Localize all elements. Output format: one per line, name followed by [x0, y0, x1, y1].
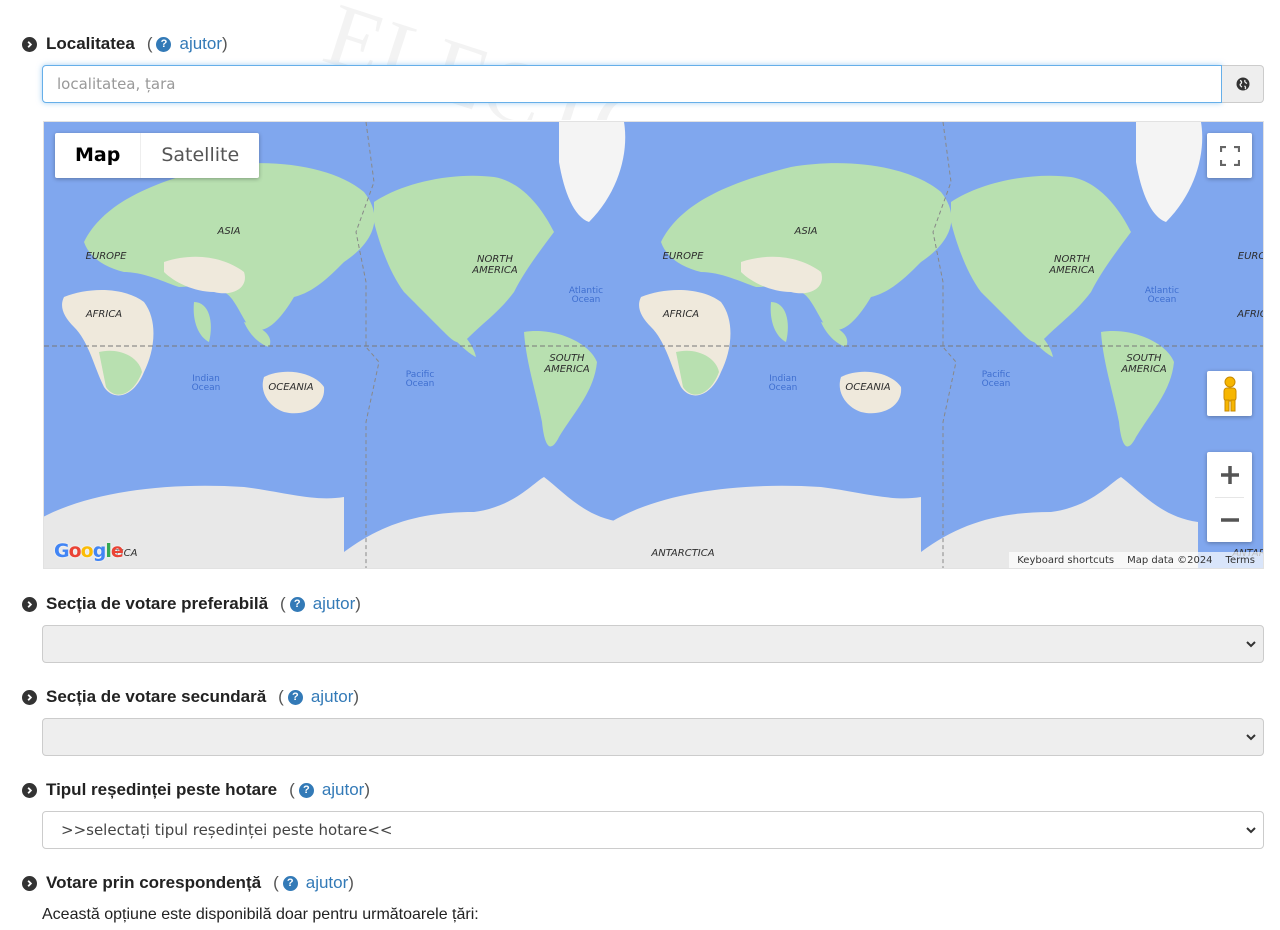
- map-label-indian-r2: Ocean: [769, 383, 798, 393]
- globe-icon: [1236, 77, 1249, 91]
- zoom-in-button[interactable]: [1207, 452, 1252, 497]
- map-label-oceania: OCEANIA: [268, 382, 313, 393]
- help-paren-open: (: [280, 594, 286, 613]
- secondary-station-select[interactable]: [42, 718, 1264, 756]
- help-paren-open: (: [289, 780, 295, 799]
- chevron-right-icon: [22, 596, 37, 612]
- chevron-right-icon: [22, 36, 37, 52]
- map-label-europe-2: EUROPE: [663, 251, 704, 262]
- chevron-down-icon: [1246, 641, 1256, 648]
- chevron-right-icon: [22, 875, 37, 891]
- map-label-south-america: SOUTH: [549, 353, 585, 364]
- primary-station-select[interactable]: [42, 625, 1264, 663]
- residence-label-row: Tipul reședinței peste hotare ( ? ajutor…: [22, 780, 370, 800]
- secondary-station-label: Secția de votare secundară: [46, 687, 267, 706]
- mail-vote-note: Această opțiune este disponibilă doar pe…: [42, 906, 479, 923]
- map-label-atlantic-2: Ocean: [572, 295, 601, 305]
- chevron-down-icon: [1246, 734, 1256, 741]
- map-label-pacific-2: Ocean: [406, 379, 435, 389]
- world-map-canvas[interactable]: ASIA EUROPE AFRICA NORTH AMERICA SOUTH A…: [44, 122, 1264, 569]
- map-label-pacific-r2: Ocean: [982, 379, 1011, 389]
- map-label-north-america-r: NORTH: [1054, 254, 1090, 265]
- map-label-north-america-2: AMERICA: [471, 265, 518, 276]
- map-label-oceania-2: OCEANIA: [845, 382, 890, 393]
- chevron-right-icon: [22, 782, 37, 798]
- map-label-africa-2: AFRICA: [662, 309, 699, 320]
- map-type-map-button[interactable]: Map: [55, 133, 140, 178]
- secondary-station-label-row: Secția de votare secundară ( ? ajutor ): [22, 687, 359, 707]
- residence-label: Tipul reședinței peste hotare: [46, 780, 278, 799]
- map-label-south-america-r: SOUTH: [1126, 353, 1162, 364]
- map-label-europe: EUROPE: [86, 251, 127, 262]
- map-label-indian-2: Ocean: [192, 383, 221, 393]
- keyboard-shortcuts-link[interactable]: Keyboard shortcuts: [1017, 555, 1114, 566]
- plus-icon: [1220, 465, 1239, 484]
- locality-input[interactable]: [42, 65, 1222, 103]
- fullscreen-button[interactable]: [1207, 133, 1252, 178]
- help-paren-open: (: [278, 687, 284, 706]
- zoom-control: [1207, 452, 1252, 542]
- map-label-europe-partial: EURO: [1238, 251, 1264, 262]
- secondary-station-help-link[interactable]: ajutor: [311, 687, 354, 707]
- map-label-asia: ASIA: [217, 226, 241, 237]
- chevron-down-icon: [1246, 827, 1256, 834]
- residence-type-value: >>selectați tipul reședinței peste hotar…: [61, 821, 393, 839]
- map-label-asia-2: ASIA: [794, 226, 818, 237]
- locate-button[interactable]: [1222, 65, 1264, 103]
- help-paren-open: (: [146, 34, 153, 53]
- map-label-north-america-r2: AMERICA: [1048, 265, 1095, 276]
- primary-station-help-link[interactable]: ajutor: [313, 594, 356, 614]
- map-label-antarctica: ANTARCTICA: [650, 548, 714, 559]
- help-paren-close: ): [353, 687, 360, 706]
- primary-station-label: Secția de votare preferabilă: [46, 594, 269, 613]
- help-paren-close: ): [222, 34, 228, 53]
- locality-help-link[interactable]: ajutor: [179, 34, 222, 54]
- map-attribution: Keyboard shortcuts Map data ©2024 Terms: [1009, 552, 1263, 568]
- map-label-africa-partial: AFRIC: [1236, 309, 1264, 320]
- map-type-satellite-button[interactable]: Satellite: [140, 133, 259, 178]
- zoom-out-button[interactable]: [1207, 497, 1252, 542]
- pegman-icon: [1223, 376, 1236, 411]
- map-type-control: Map Satellite: [55, 133, 260, 178]
- residence-help-link[interactable]: ajutor: [322, 780, 365, 800]
- map-label-south-america-2: AMERICA: [543, 364, 590, 375]
- map-label-south-america-r2: AMERICA: [1120, 364, 1167, 375]
- mail-vote-help-link[interactable]: ajutor: [306, 873, 349, 893]
- map-label-north-america: NORTH: [477, 254, 513, 265]
- question-circle-icon[interactable]: ?: [282, 875, 298, 891]
- mail-vote-label: Votare prin corespondență: [46, 873, 262, 892]
- google-logo[interactable]: Google: [54, 540, 124, 562]
- question-circle-icon[interactable]: ?: [289, 596, 305, 612]
- map-label-africa: AFRICA: [85, 309, 122, 320]
- map-label-atlantic-r2: Ocean: [1148, 295, 1177, 305]
- street-view-pegman-button[interactable]: [1207, 371, 1252, 416]
- help-paren-close: ): [348, 873, 354, 892]
- locality-label: Localitatea: [46, 34, 135, 53]
- help-paren-open: (: [273, 873, 279, 892]
- map-data-text: Map data ©2024: [1127, 554, 1213, 566]
- residence-type-select[interactable]: >>selectați tipul reședinței peste hotar…: [42, 811, 1264, 849]
- question-circle-icon[interactable]: ?: [156, 36, 172, 52]
- terms-link[interactable]: Terms: [1226, 555, 1255, 566]
- help-paren-close: ): [364, 780, 371, 799]
- locality-label-row: Localitatea ( ? ajutor ): [22, 34, 228, 54]
- locality-input-group: [42, 65, 1264, 103]
- mail-vote-label-row: Votare prin corespondență ( ? ajutor ): [22, 873, 354, 893]
- minus-icon: [1220, 517, 1239, 522]
- chevron-right-icon: [22, 689, 37, 705]
- fullscreen-icon: [1219, 145, 1240, 166]
- question-circle-icon[interactable]: ?: [298, 782, 314, 798]
- primary-station-label-row: Secția de votare preferabilă ( ? ajutor …: [22, 594, 361, 614]
- location-map[interactable]: ASIA EUROPE AFRICA NORTH AMERICA SOUTH A…: [43, 121, 1264, 569]
- help-paren-close: ): [355, 594, 361, 613]
- question-circle-icon[interactable]: ?: [287, 689, 303, 705]
